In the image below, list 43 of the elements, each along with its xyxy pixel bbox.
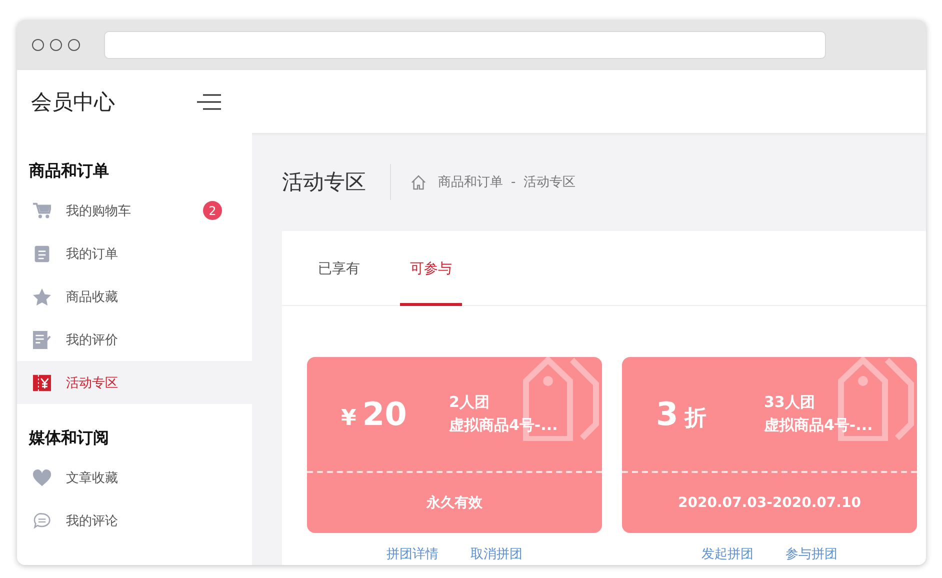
- home-icon[interactable]: [411, 174, 426, 190]
- currency-symbol: ¥: [341, 406, 356, 431]
- coupon-value: 3: [656, 395, 678, 433]
- sidebar-item[interactable]: 我的购物车 2: [17, 189, 252, 232]
- product-name: 虚拟商品4号-...: [449, 416, 558, 435]
- heart-icon: [33, 468, 51, 486]
- sidebar-item[interactable]: 活动专区: [17, 361, 252, 404]
- tab[interactable]: 已享有: [308, 231, 370, 306]
- cart-icon: [33, 202, 51, 220]
- comment-icon: [33, 512, 51, 530]
- window-control-icon[interactable]: [68, 39, 80, 51]
- action-link[interactable]: 发起拼团: [702, 545, 754, 563]
- star-icon: [33, 288, 51, 306]
- count-badge: 2: [203, 201, 222, 220]
- tab[interactable]: 可参与: [400, 231, 462, 306]
- page-title: 活动专区: [282, 169, 367, 196]
- action-link[interactable]: 参与拼团: [786, 545, 838, 563]
- sidebar-item[interactable]: 文章收藏: [17, 456, 252, 499]
- breadcrumb-item[interactable]: 商品和订单: [438, 173, 503, 191]
- group-size: 2人团: [449, 393, 490, 412]
- validity-text: 2020.07.03-2020.07.10: [678, 495, 861, 511]
- app-title: 会员中心: [31, 88, 116, 116]
- validity-text: 永久有效: [426, 494, 482, 512]
- sidebar-heading: 媒体和订阅: [28, 427, 110, 449]
- coupon-icon: [33, 374, 51, 392]
- coupon-value: 20: [362, 395, 407, 433]
- menu-icon[interactable]: [197, 94, 223, 110]
- group-size: 33人团: [764, 393, 816, 412]
- window-control-icon[interactable]: [32, 39, 44, 51]
- sidebar-heading: 商品和订单: [28, 160, 110, 182]
- edit-note-icon: [33, 330, 51, 348]
- sidebar-item[interactable]: 商品收藏: [17, 275, 252, 318]
- action-link[interactable]: 拼团详情: [386, 545, 438, 563]
- sidebar-item[interactable]: 我的评价: [17, 318, 252, 361]
- sidebar-item[interactable]: 我的订单: [17, 232, 252, 275]
- sidebar-item[interactable]: 我的评论: [17, 499, 252, 542]
- window-control-icon[interactable]: [50, 39, 62, 51]
- breadcrumb-item[interactable]: 活动专区: [524, 173, 576, 191]
- clipboard-icon: [33, 244, 51, 262]
- breadcrumb-separator: -: [511, 174, 516, 190]
- action-link[interactable]: 取消拼团: [470, 545, 522, 563]
- product-name: 虚拟商品4号-...: [764, 416, 873, 435]
- discount-unit: 折: [684, 405, 706, 433]
